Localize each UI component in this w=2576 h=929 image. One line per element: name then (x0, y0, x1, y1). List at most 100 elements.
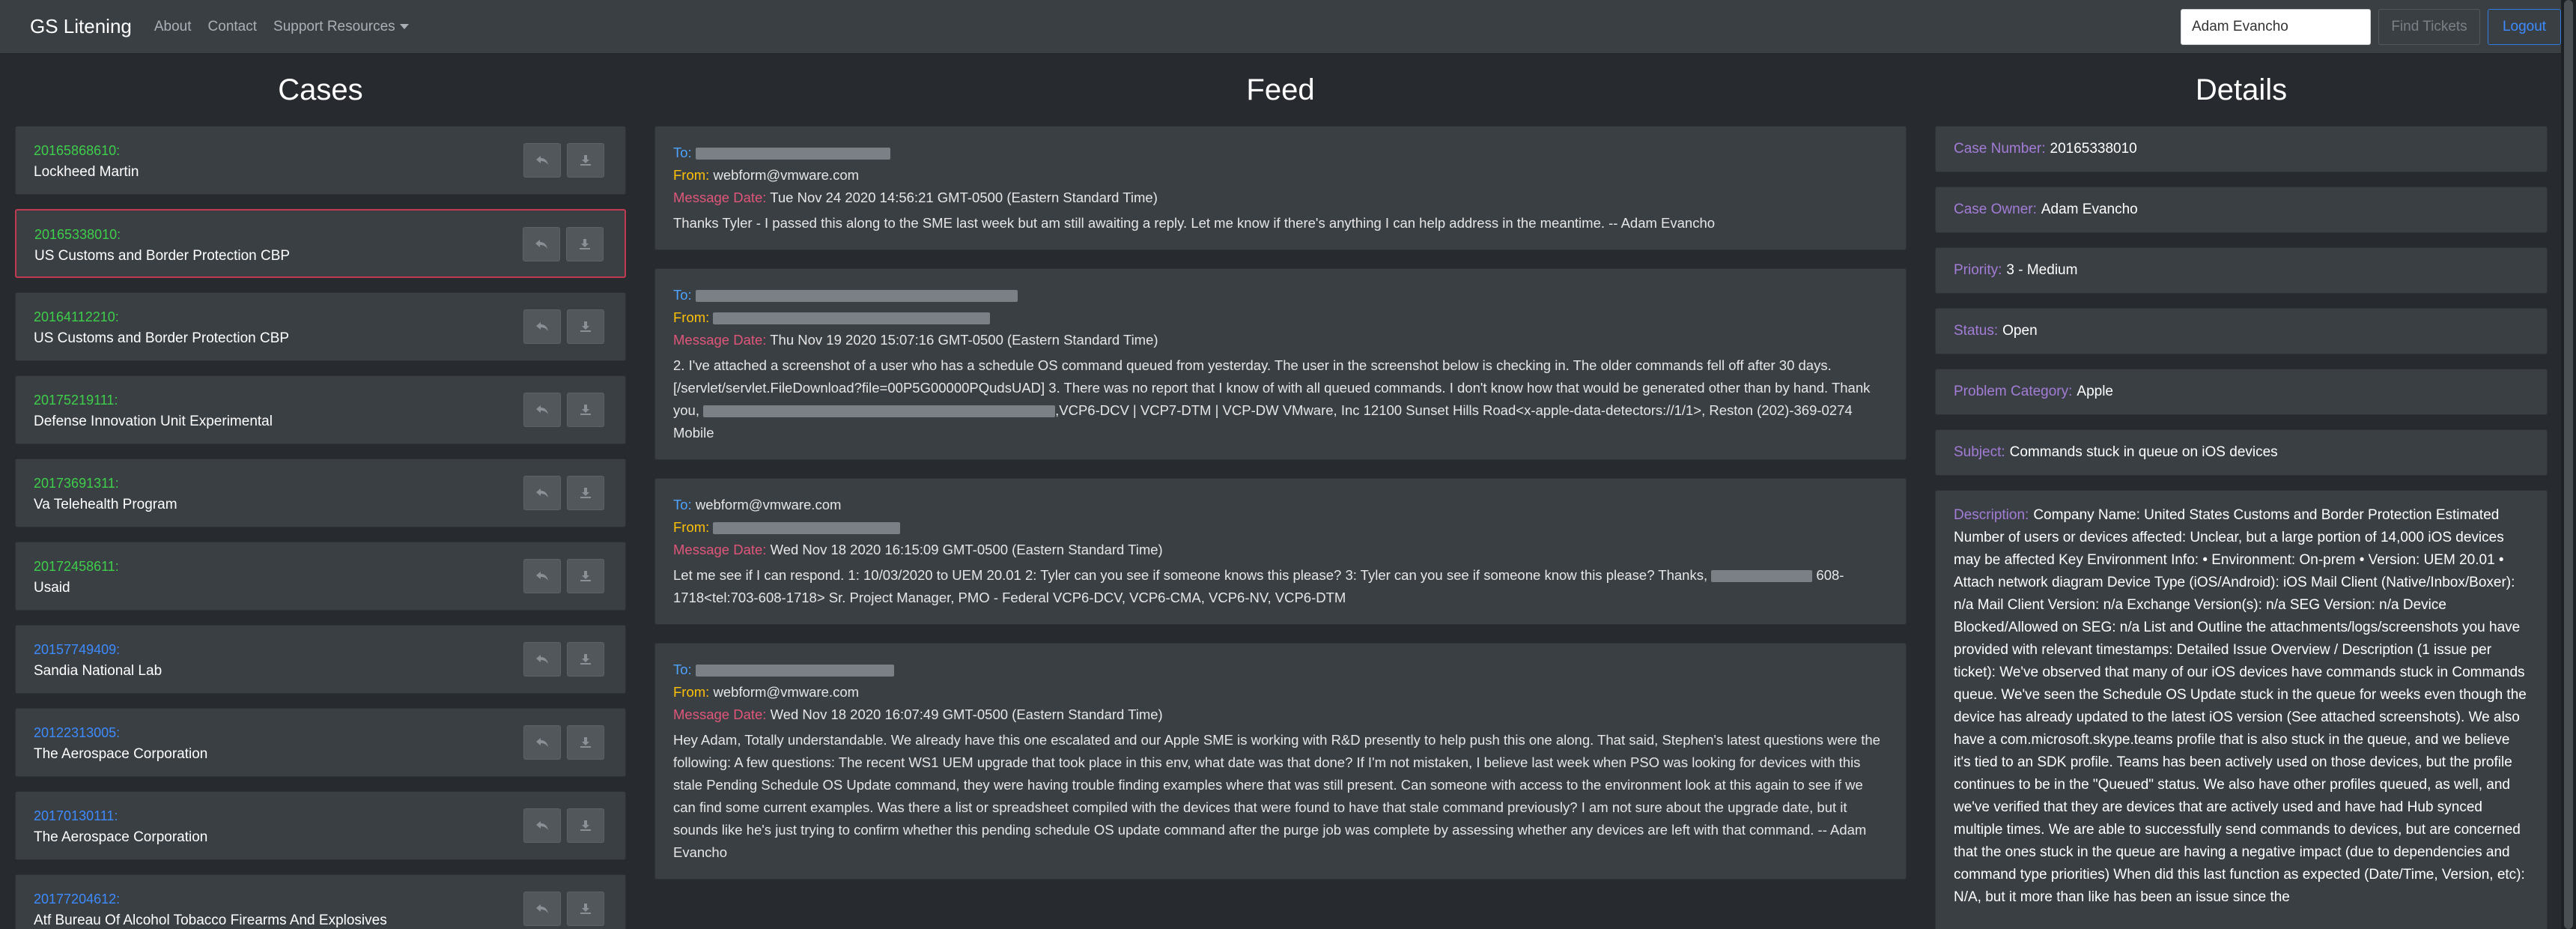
feed-heading: Feed (1246, 73, 1315, 106)
case-number[interactable]: 20157749409: (34, 642, 120, 658)
case-card[interactable]: 20170130111: The Aerospace Corporation (15, 791, 626, 860)
redacted-sender (713, 312, 991, 325)
page-scrollbar[interactable] (2561, 0, 2576, 929)
case-card[interactable]: 20177204612: Atf Bureau Of Alcohol Tobac… (15, 874, 626, 929)
case-card[interactable]: 20157749409: Sandia National Lab (15, 625, 626, 694)
case-number[interactable]: 20172458611: (34, 559, 119, 575)
message-date-row: Message Date: Thu Nov 19 2020 15:07:16 G… (673, 329, 1888, 351)
download-button[interactable] (567, 642, 604, 677)
download-icon (580, 155, 591, 166)
cases-list: 20165868610: Lockheed Martin 20165338010… (15, 126, 626, 929)
cases-heading: Cases (278, 73, 363, 106)
message-to-row: To: webform@vmware.com (673, 494, 1888, 516)
reply-button[interactable] (523, 476, 561, 510)
detail-value: Open (2002, 323, 2038, 339)
message-from-row: From: webform@vmware.com (673, 681, 1888, 703)
case-actions (517, 808, 604, 843)
case-number[interactable]: 20175219111: (34, 393, 118, 408)
case-card[interactable]: 20175219111: Defense Innovation Unit Exp… (15, 375, 626, 444)
case-number[interactable]: 20173691311: (34, 476, 119, 491)
redacted-recipient (695, 148, 890, 160)
detail-label: Case Owner: (1954, 202, 2037, 217)
case-actions (517, 393, 604, 427)
message-body: Thanks Tyler - I passed this along to th… (673, 215, 1716, 231)
to-label: To: (673, 662, 692, 677)
owner-search-input[interactable] (2181, 9, 2371, 45)
message-from-row: From: (673, 306, 1888, 329)
reply-button[interactable] (523, 143, 561, 178)
detail-label: Status: (1954, 323, 1999, 339)
nav-dropdown-label: Support Resources (273, 18, 395, 34)
case-card[interactable]: 20165868610: Lockheed Martin (15, 126, 626, 195)
date-label: Message Date: (673, 190, 767, 205)
reply-button[interactable] (523, 309, 561, 344)
feed-message: To: From: webform@vmware.com Message Dat… (654, 643, 1907, 880)
reply-button[interactable] (523, 227, 560, 261)
download-button[interactable] (567, 309, 604, 344)
case-actions (517, 892, 604, 926)
download-button[interactable] (567, 725, 604, 760)
case-card-selected[interactable]: 20165338010: US Customs and Border Prote… (15, 209, 626, 278)
date-value: Wed Nov 18 2020 16:07:49 GMT-0500 (Easte… (770, 706, 1163, 722)
message-from-row: From: webform@vmware.com (673, 164, 1888, 187)
case-number[interactable]: 20165338010: (34, 227, 121, 243)
download-button[interactable] (567, 808, 604, 843)
scrollbar-thumb[interactable] (2564, 0, 2573, 929)
case-actions (517, 642, 604, 677)
nav-dropdown-support-resources[interactable]: Support Resources (273, 19, 409, 35)
reply-button[interactable] (523, 725, 561, 760)
nav-link-about[interactable]: About (154, 19, 192, 35)
logout-button[interactable]: Logout (2488, 9, 2561, 45)
message-date-row: Message Date: Wed Nov 18 2020 16:15:09 G… (673, 539, 1888, 561)
message-body: Hey Adam, Totally understandable. We alr… (673, 732, 1880, 860)
detail-value: Commands stuck in queue on iOS devices (2009, 444, 2278, 460)
download-button[interactable] (566, 227, 604, 261)
case-customer-name: Usaid (34, 580, 70, 596)
case-number[interactable]: 20164112210: (34, 309, 119, 325)
case-card[interactable]: 20173691311: Va Telehealth Program (15, 459, 626, 527)
download-button[interactable] (567, 143, 604, 178)
message-body-text: Let me see if I can respond. 1: 10/03/20… (673, 567, 1708, 583)
message-date-row: Message Date: Wed Nov 18 2020 16:07:49 G… (673, 703, 1888, 726)
find-tickets-button[interactable]: Find Tickets (2378, 9, 2480, 45)
reply-icon (536, 488, 548, 497)
message-body: 2. I've attached a screenshot of a user … (673, 354, 1888, 444)
case-number[interactable]: 20165868610: (34, 143, 120, 159)
reply-button[interactable] (523, 642, 561, 677)
detail-label: Subject: (1954, 444, 2005, 460)
case-card[interactable]: 20164112210: US Customs and Border Prote… (15, 292, 626, 361)
reply-button[interactable] (523, 892, 561, 926)
redacted-signature (1711, 570, 1813, 583)
case-number[interactable]: 20170130111: (34, 808, 118, 824)
detail-subject: Subject: Commands stuck in queue on iOS d… (1935, 429, 2548, 476)
brand-logo-text[interactable]: GS Litening (30, 15, 132, 38)
download-button[interactable] (567, 559, 604, 593)
download-button[interactable] (567, 476, 604, 510)
nav-link-contact[interactable]: Contact (208, 19, 257, 35)
from-label: From: (673, 519, 710, 535)
to-value: webform@vmware.com (695, 497, 842, 512)
reply-icon (536, 821, 548, 830)
download-button[interactable] (567, 892, 604, 926)
detail-label: Problem Category: (1954, 384, 2073, 399)
case-number[interactable]: 20122313005: (34, 725, 120, 741)
download-icon (580, 904, 591, 914)
case-number[interactable]: 20177204612: (34, 892, 120, 907)
reply-button[interactable] (523, 808, 561, 843)
case-customer-name: The Aerospace Corporation (34, 746, 208, 762)
feed-message: To: From: Message Date: Thu Nov 19 2020 … (654, 268, 1907, 460)
case-customer-name: US Customs and Border Protection CBP (34, 248, 291, 264)
date-label: Message Date: (673, 332, 767, 348)
case-actions (517, 227, 604, 261)
download-icon (580, 737, 591, 748)
case-card[interactable]: 20122313005: The Aerospace Corporation (15, 708, 626, 777)
case-actions (517, 476, 604, 510)
reply-button[interactable] (523, 559, 561, 593)
redacted-recipient (695, 665, 894, 677)
download-button[interactable] (567, 393, 604, 427)
reply-icon (536, 572, 548, 581)
reply-button[interactable] (523, 393, 561, 427)
case-card[interactable]: 20172458611: Usaid (15, 542, 626, 611)
detail-value: Adam Evancho (2041, 202, 2138, 217)
from-value: webform@vmware.com (713, 167, 860, 183)
